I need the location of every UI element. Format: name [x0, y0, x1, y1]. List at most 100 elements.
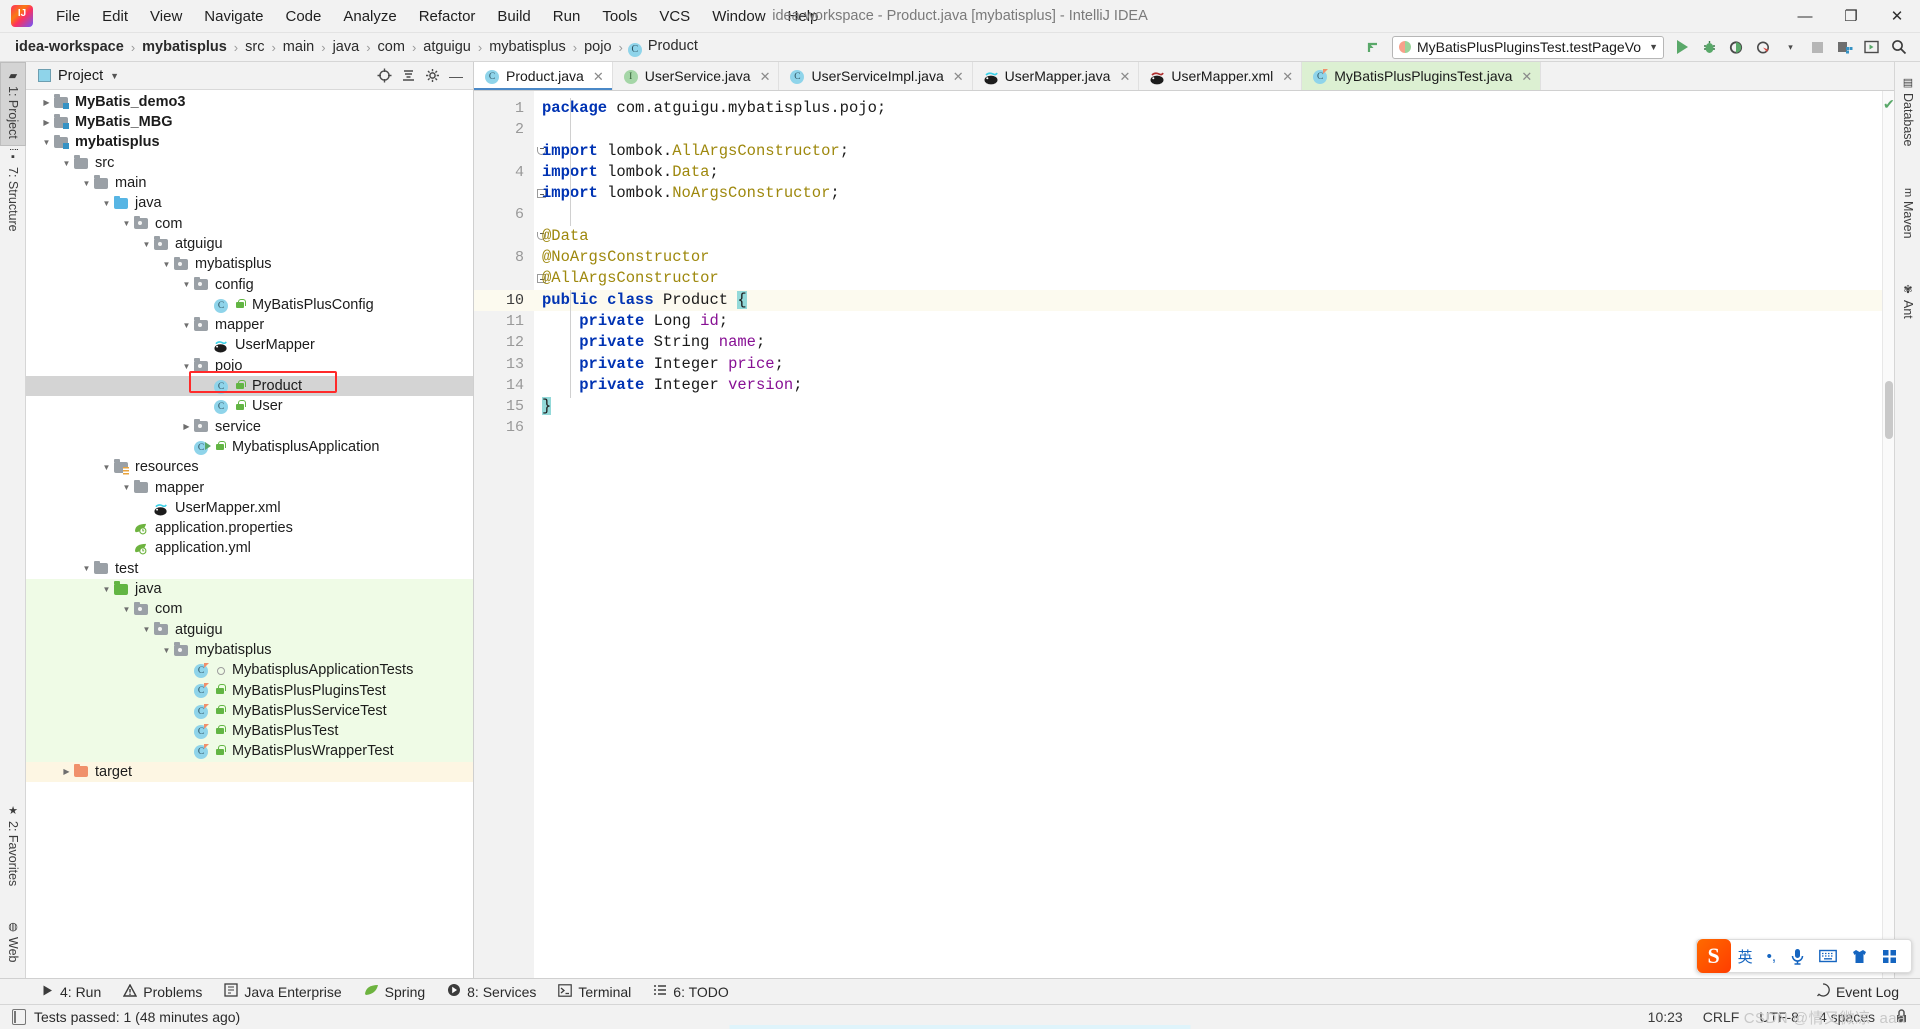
tree-node[interactable]: ▼ mybatisplus	[26, 254, 473, 274]
sidebar-item-structure[interactable]: ⁞▪ 7: Structure	[0, 142, 26, 238]
editor-gutter[interactable]: 1 2 4 6 8 10 11 12 13 14 15 16	[474, 91, 546, 978]
menu-run[interactable]: Run	[542, 4, 592, 29]
tree-node[interactable]: C Product	[26, 376, 473, 397]
minimize-button[interactable]: —	[1782, 0, 1828, 33]
status-line-separator[interactable]: CRLF	[1703, 1009, 1740, 1025]
code-line[interactable]	[534, 119, 1882, 140]
close-icon[interactable]: ✕	[760, 70, 771, 83]
chevron-right-icon[interactable]: ▶	[40, 98, 53, 107]
gutter-line-number[interactable]	[474, 141, 546, 162]
tree-node[interactable]: ▶ MyBatis_demo3	[26, 92, 473, 112]
menu-view[interactable]: View	[139, 4, 193, 29]
run-with-coverage-button[interactable]	[1723, 35, 1750, 60]
run-configuration-selector[interactable]: MyBatisPlusPluginsTest.testPageVo ▼	[1391, 35, 1664, 59]
close-icon[interactable]: ✕	[1119, 70, 1130, 83]
breadcrumb-item[interactable]: java	[331, 38, 362, 56]
tree-node[interactable]: C User	[26, 396, 473, 416]
gutter-line-number[interactable]: 15	[474, 396, 534, 417]
tree-node[interactable]: ▼ com	[26, 599, 473, 620]
code-line[interactable]	[534, 417, 1882, 438]
editor-scrollbar-thumb[interactable]	[1885, 381, 1893, 439]
breadcrumb-item[interactable]: C Product	[627, 37, 700, 57]
breadcrumb-item[interactable]: idea-workspace	[13, 38, 126, 56]
tree-node[interactable]: ▼ config	[26, 275, 473, 295]
tool-window-event-log[interactable]: Event Log	[1805, 981, 1910, 1002]
menu-refactor[interactable]: Refactor	[408, 4, 487, 29]
menu-analyze[interactable]: Analyze	[332, 4, 407, 29]
chevron-down-icon[interactable]: ▼	[160, 260, 173, 269]
gear-icon[interactable]	[421, 65, 443, 87]
scroll-from-source-button[interactable]	[373, 65, 395, 87]
code-line[interactable]: public class Product {	[534, 289, 1882, 311]
code-line[interactable]: }	[534, 396, 1882, 417]
chevron-down-icon[interactable]: ▼	[120, 483, 133, 492]
debug-button[interactable]	[1696, 35, 1723, 60]
chevron-down-icon[interactable]: ▼	[100, 199, 113, 208]
tree-node[interactable]: ▼ java	[26, 193, 473, 213]
tree-node[interactable]: application.properties	[26, 518, 473, 538]
sidebar-item-web[interactable]: ◍ Web	[0, 914, 26, 968]
close-button[interactable]: ✕	[1874, 0, 1920, 33]
breadcrumb-item[interactable]: atguigu	[421, 38, 473, 56]
tool-window-services[interactable]: 8: Services	[436, 981, 547, 1002]
menu-navigate[interactable]: Navigate	[193, 4, 274, 29]
run-button[interactable]	[1669, 35, 1696, 60]
tool-window-run[interactable]: 4: Run	[30, 982, 112, 1002]
menu-tools[interactable]: Tools	[591, 4, 648, 29]
tree-node[interactable]: C MybatisplusApplication	[26, 437, 473, 457]
gutter-line-number[interactable]: 2	[474, 119, 534, 140]
gutter-line-number[interactable]: 16	[474, 417, 534, 438]
sidebar-item-maven[interactable]: m Maven	[1895, 182, 1920, 245]
breadcrumb-item[interactable]: src	[243, 38, 266, 56]
gutter-line-number[interactable]: 4	[474, 162, 534, 183]
menu-code[interactable]: Code	[274, 4, 332, 29]
chevron-down-icon[interactable]: ▼	[180, 362, 193, 371]
tree-node[interactable]: ▼ com	[26, 214, 473, 234]
editor-tab[interactable]: UserMapper.xml ✕	[1139, 62, 1303, 90]
tree-node[interactable]: ▼ src	[26, 153, 473, 173]
gutter-line-number[interactable]	[474, 183, 546, 204]
sidebar-item-favorites[interactable]: ★ 2: Favorites	[0, 798, 26, 892]
write-lock-icon[interactable]	[1895, 1008, 1908, 1026]
tree-node[interactable]: ▼ resources	[26, 457, 473, 477]
code-line[interactable]: private Integer price;	[534, 354, 1882, 375]
stop-button[interactable]	[1804, 35, 1831, 60]
chevron-down-icon[interactable]: ▼	[120, 605, 133, 614]
code-line[interactable]	[534, 204, 1882, 225]
gutter-line-number[interactable]: 14	[474, 375, 534, 396]
menu-file[interactable]: File	[45, 4, 91, 29]
editor-tab[interactable]: C MyBatisPlusPluginsTest.java ✕	[1302, 62, 1542, 90]
tree-node[interactable]: ▼ java	[26, 579, 473, 600]
chevron-down-icon[interactable]: ▼	[80, 564, 93, 573]
tool-window-spring[interactable]: Spring	[353, 982, 436, 1002]
chevron-down-icon[interactable]: ▼	[40, 138, 53, 147]
ime-soft-keyboard-icon[interactable]	[1812, 949, 1844, 963]
tree-node[interactable]: ▶ target	[26, 761, 473, 783]
tool-window-terminal[interactable]: Terminal	[547, 982, 642, 1002]
chevron-down-icon[interactable]: ▼	[140, 625, 153, 634]
tree-node[interactable]: C MybatisplusApplicationTests	[26, 660, 473, 681]
maximize-button[interactable]: ❐	[1828, 0, 1874, 33]
code-line[interactable]: @NoArgsConstructor	[534, 247, 1882, 268]
close-icon[interactable]: ✕	[1282, 70, 1293, 83]
chevron-down-icon[interactable]: ▼	[100, 463, 113, 472]
code-line[interactable]: import lombok.NoArgsConstructor;	[534, 183, 1882, 204]
code-line[interactable]: @Data	[534, 226, 1882, 247]
breadcrumb-item[interactable]: com	[376, 38, 407, 56]
close-icon[interactable]: ✕	[953, 70, 964, 83]
tree-node[interactable]: C MyBatisPlusPluginsTest	[26, 680, 473, 701]
ime-language-toggle[interactable]: 英	[1731, 946, 1760, 967]
breadcrumb-item[interactable]: mybatisplus	[487, 38, 568, 56]
code-line[interactable]: private Integer version;	[534, 375, 1882, 396]
tree-node[interactable]: ▶ service	[26, 417, 473, 437]
profiler-button[interactable]	[1750, 35, 1777, 60]
error-stripe-gutter[interactable]: ✔	[1882, 91, 1895, 978]
vcs-update-arrow-icon[interactable]	[1360, 35, 1387, 60]
chevron-right-icon[interactable]: ▶	[60, 767, 73, 776]
status-indent[interactable]: 4 spaces	[1819, 1009, 1875, 1025]
search-everywhere-icon[interactable]	[1885, 35, 1912, 60]
tool-window-javaenterprise[interactable]: Java Enterprise	[213, 981, 352, 1002]
editor-tab[interactable]: UserMapper.java ✕	[972, 62, 1140, 90]
gutter-line-number[interactable]: 1	[474, 98, 534, 119]
code-line[interactable]: private String name;	[534, 332, 1882, 353]
